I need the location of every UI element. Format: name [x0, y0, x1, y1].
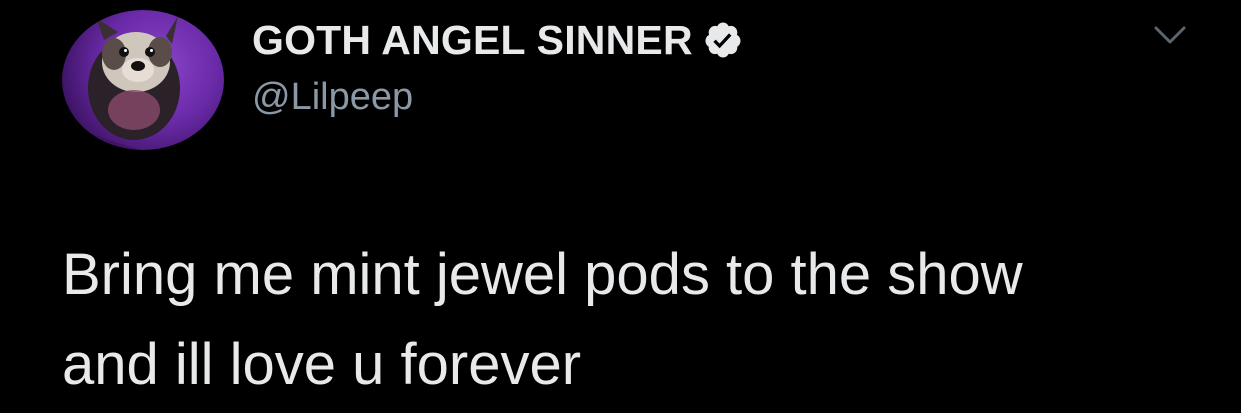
tweet-card: GOTH ANGEL SINNER @Lilpeep Bring me mint…: [0, 0, 1241, 413]
verified-badge-icon: [703, 20, 743, 60]
name-row: GOTH ANGEL SINNER: [252, 12, 743, 68]
tweet-text-line: and ill love u forever: [62, 332, 582, 397]
display-name[interactable]: GOTH ANGEL SINNER: [252, 17, 693, 64]
user-handle[interactable]: @Lilpeep: [252, 76, 743, 119]
avatar[interactable]: [62, 10, 224, 150]
dog-avatar-icon: [62, 16, 180, 150]
tweet-text-line: Bring me mint jewel pods to the show: [62, 242, 1023, 307]
tweet-text: Bring me mint jewel pods to the show and…: [62, 230, 1202, 410]
tweet-header: GOTH ANGEL SINNER @Lilpeep: [252, 12, 743, 119]
chevron-down-icon[interactable]: [1150, 20, 1190, 50]
